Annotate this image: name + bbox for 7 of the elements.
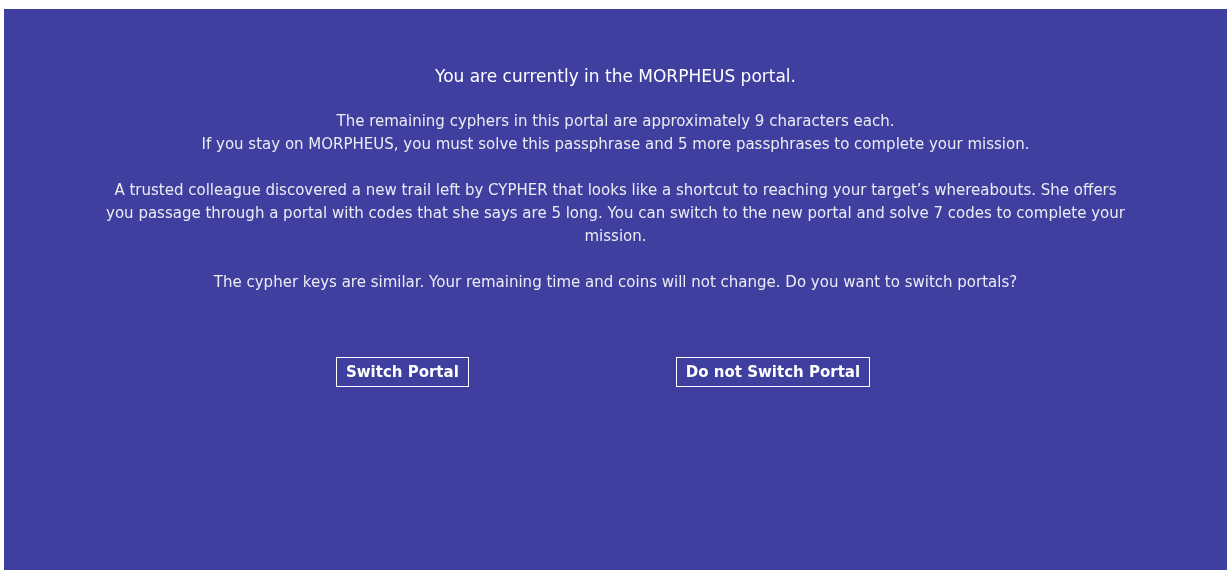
message-paragraph: The cypher keys are similar. Your remaining time and coins will not change. Do you want to switch portals?	[213, 272, 1018, 293]
portal-button[interactable]: Do not Switch Portal	[675, 357, 871, 387]
portal-heading: You are currently in the MORPHEUS portal.	[435, 65, 796, 88]
portal-button[interactable]: Switch Portal	[335, 357, 469, 387]
message-paragraph: A trusted colleague discovered a new trail left by CYPHER that looks like a shortcut to reaching your target’s whereabouts. She offers you passage through a portal with codes that she says are 5 long. You can switch to the new portal and solve 7 codes to complete your mission.	[105, 180, 1126, 247]
message-paragraph: The remaining cyphers in this portal are approximately 9 characters each.	[336, 111, 895, 132]
message-paragraph: If you stay on MORPHEUS, you must solve this passphrase and 5 more passphrases to complete your mission.	[201, 134, 1030, 155]
